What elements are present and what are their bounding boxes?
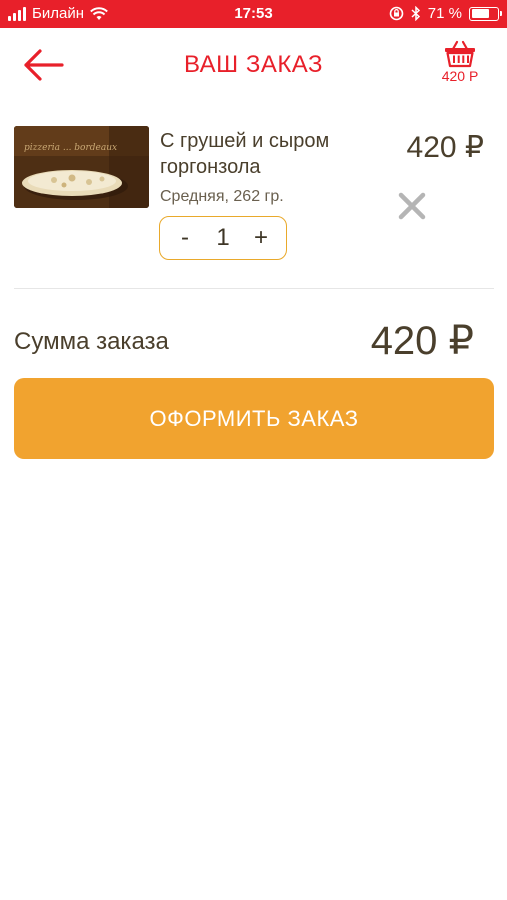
order-sum-label: Сумма заказа — [14, 328, 169, 355]
checkout-button[interactable]: ОФОРМИТЬ ЗАКАЗ — [14, 378, 494, 459]
status-right: 71 % — [389, 5, 502, 22]
close-icon — [398, 192, 426, 220]
product-image-text: pizzeria ... bordeaux — [24, 143, 117, 153]
item-size: Средняя, 262 гр. — [160, 188, 284, 205]
order-sum-value: 420 ₽ — [370, 319, 474, 363]
pizza-illustration: pizzeria ... bordeaux — [14, 126, 149, 208]
quantity-value: 1 — [216, 224, 230, 251]
divider — [14, 288, 494, 289]
cart-total: 420 Р — [441, 68, 479, 84]
increment-button[interactable]: + — [250, 224, 272, 252]
rotation-lock-icon — [389, 6, 404, 21]
item-name: С грушей и сыром горгонзола — [160, 130, 330, 178]
order-item: pizzeria ... bordeaux С грушей и сыром г… — [14, 126, 494, 266]
status-bar: Билайн 17:53 71 % — [0, 0, 507, 28]
quantity-stepper: - 1 + — [159, 216, 287, 260]
cart-button[interactable]: 420 Р — [431, 40, 489, 90]
product-image: pizzeria ... bordeaux — [14, 126, 149, 208]
decrement-button[interactable]: - — [174, 224, 196, 252]
battery-percent: 71 % — [427, 5, 462, 22]
battery-fill — [471, 9, 490, 18]
basket-icon — [445, 40, 475, 68]
battery-icon — [469, 6, 502, 21]
bluetooth-icon — [411, 6, 420, 21]
header: ВАШ ЗАКАЗ 420 Р — [0, 28, 507, 100]
item-price: 420 ₽ — [406, 131, 484, 164]
remove-item-button[interactable] — [396, 190, 428, 222]
